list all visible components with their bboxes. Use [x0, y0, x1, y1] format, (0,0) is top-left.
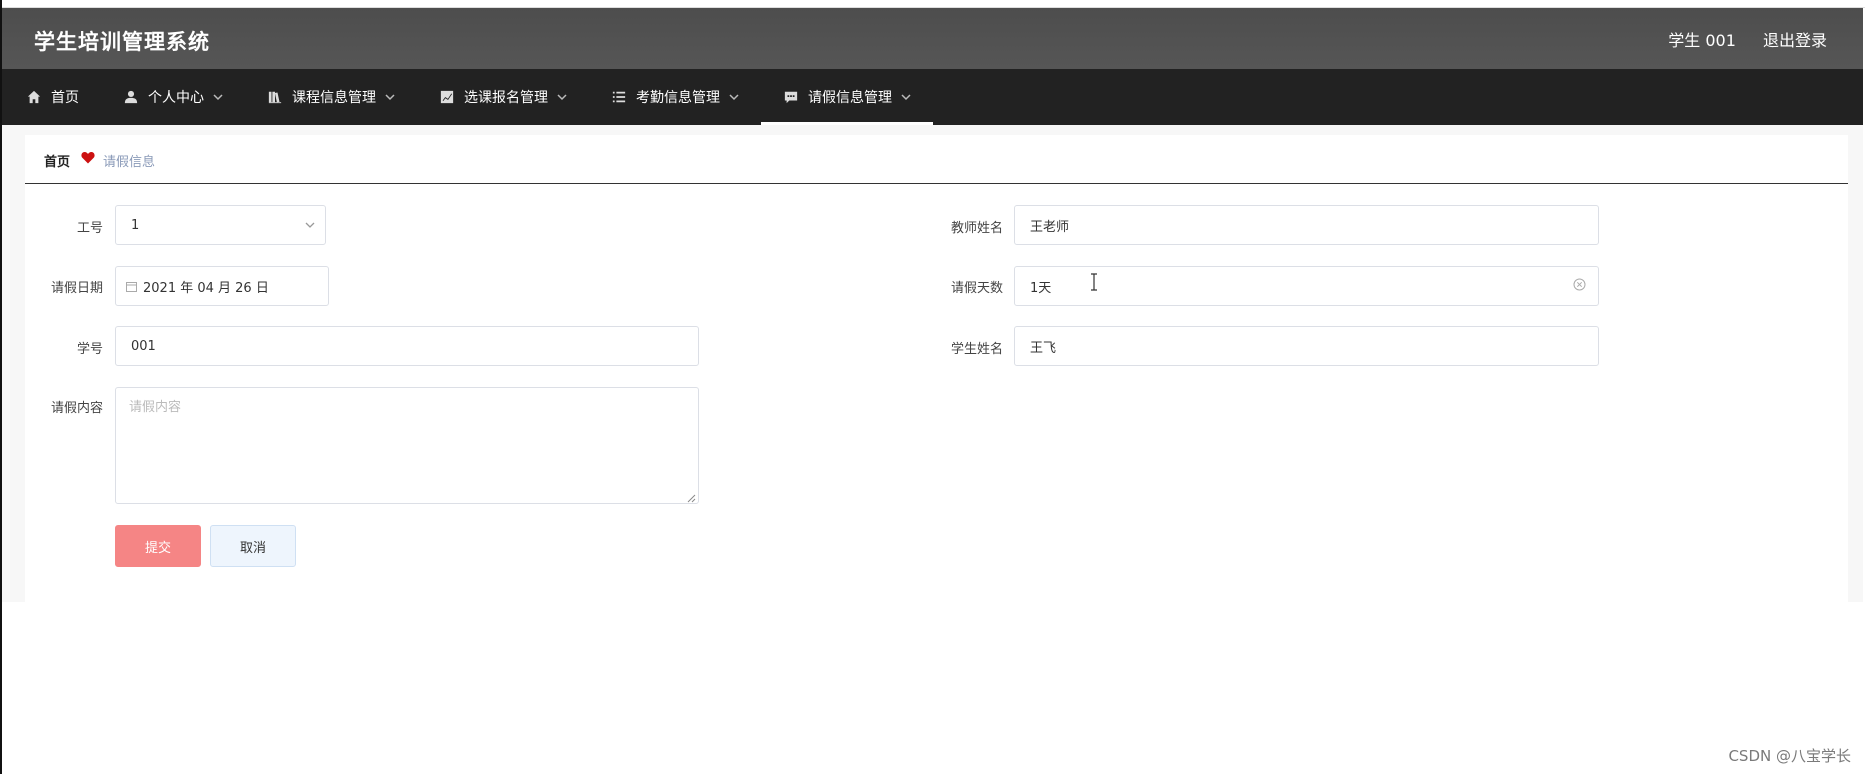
nav-item-home[interactable]: 首页 [2, 69, 101, 125]
student-no-value: 001 [131, 338, 156, 354]
teacher-name-value: 王老师 [1030, 219, 1070, 235]
teacher-name-field[interactable]: 王老师 [1014, 205, 1599, 245]
logout-link[interactable]: 退出登录 [1763, 31, 1827, 50]
leave-days-value: 1天 [1030, 280, 1052, 296]
chevron-down-icon [385, 92, 395, 102]
job-no-select[interactable]: 1 [115, 205, 326, 245]
student-no-field[interactable]: 001 [115, 326, 699, 366]
nav-item-label: 课程信息管理 [292, 90, 376, 106]
text-cursor-icon [1089, 273, 1099, 291]
teacher-name-label: 教师姓名 [950, 221, 1003, 236]
leave-days-label: 请假天数 [950, 281, 1003, 296]
current-user-label: 学生 001 [1668, 31, 1736, 50]
resize-grip-icon[interactable] [687, 492, 696, 503]
nav-item-leave-info[interactable]: 请假信息管理 [761, 69, 933, 125]
calendar-icon [126, 281, 137, 292]
main-nav: 首页 个人中心 课程信息管理 选课报名管理 考勤信息管理 请假信息管理 [2, 69, 1863, 125]
submit-button[interactable]: 提交 [115, 525, 201, 567]
leave-content-placeholder: 请假内容 [129, 400, 182, 415]
leave-date-value: 2021 年 04 月 26 日 [143, 280, 269, 296]
nav-item-personal-center[interactable]: 个人中心 [101, 69, 245, 125]
student-name-label: 学生姓名 [950, 342, 1003, 357]
breadcrumb-home[interactable]: 首页 [44, 151, 70, 170]
chevron-down-icon [901, 92, 911, 102]
chevron-down-icon [213, 92, 223, 102]
chevron-down-icon [729, 92, 739, 102]
nav-item-label: 个人中心 [148, 90, 204, 106]
student-name-value: 王飞 [1030, 340, 1057, 356]
app-title: 学生培训管理系统 [34, 30, 210, 54]
chart-icon [439, 89, 455, 105]
user-icon [123, 89, 139, 105]
window-top-edge [0, 0, 1865, 8]
book-icon [267, 89, 283, 105]
student-no-label: 学号 [76, 342, 103, 357]
home-icon [26, 89, 42, 105]
leave-content-label: 请假内容 [50, 401, 103, 416]
chevron-down-icon [557, 92, 567, 102]
nav-item-label: 选课报名管理 [464, 90, 548, 106]
job-no-label: 工号 [76, 221, 103, 236]
message-icon [783, 89, 799, 105]
student-name-field[interactable]: 王飞 [1014, 326, 1599, 366]
nav-item-label: 首页 [51, 90, 79, 106]
list-icon [611, 89, 627, 105]
chevron-down-icon [305, 219, 315, 229]
nav-item-course-enrollment[interactable]: 选课报名管理 [417, 69, 589, 125]
watermark: CSDN @八宝学长 [1728, 747, 1851, 765]
job-no-value: 1 [131, 217, 140, 233]
breadcrumb: 首页 请假信息 [25, 135, 1848, 184]
cancel-button[interactable]: 取消 [210, 525, 296, 567]
nav-item-label: 请假信息管理 [808, 90, 892, 106]
heart-icon [81, 151, 95, 164]
nav-item-label: 考勤信息管理 [636, 90, 720, 106]
app-header: 学生培训管理系统 学生 001 退出登录 [2, 8, 1863, 69]
user-box: 学生 001 退出登录 [1646, 27, 1827, 51]
leave-content-textarea[interactable]: 请假内容 [115, 387, 699, 504]
nav-item-course-info[interactable]: 课程信息管理 [245, 69, 417, 125]
leave-days-field[interactable]: 1天 [1014, 266, 1599, 306]
clear-icon[interactable] [1573, 278, 1586, 291]
breadcrumb-current: 请假信息 [103, 155, 156, 170]
leave-date-picker[interactable]: 2021 年 04 月 26 日 [115, 266, 329, 306]
nav-item-attendance-info[interactable]: 考勤信息管理 [589, 69, 761, 125]
leave-date-label: 请假日期 [50, 281, 103, 296]
